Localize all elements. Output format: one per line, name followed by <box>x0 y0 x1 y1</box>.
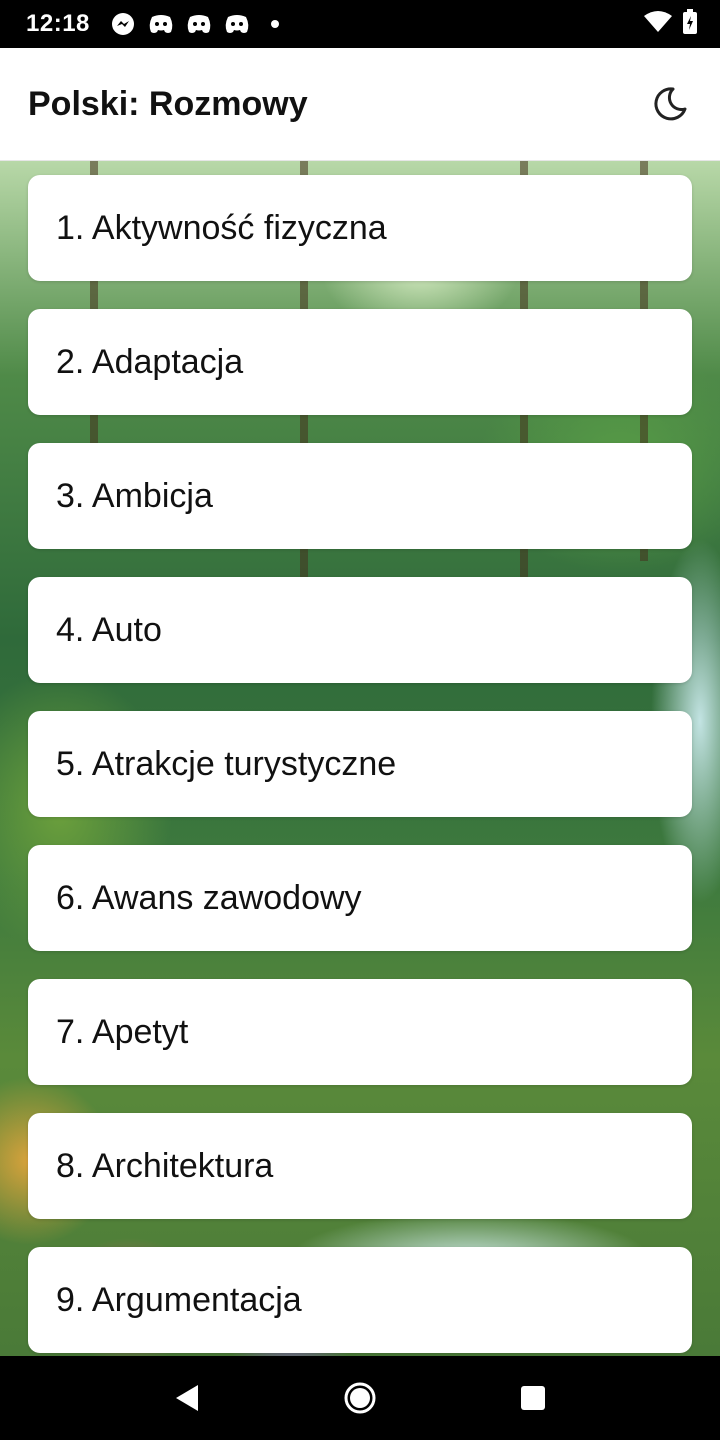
list-item[interactable]: 4. Auto <box>28 577 692 683</box>
list-item[interactable]: 2. Adaptacja <box>28 309 692 415</box>
notification-icons <box>110 11 288 37</box>
recents-icon[interactable] <box>503 1368 563 1428</box>
list-item-label: 4. Auto <box>56 610 162 649</box>
wifi-icon <box>644 10 672 38</box>
topic-list: 1. Aktywność fizyczna 2. Adaptacja 3. Am… <box>28 175 692 1356</box>
list-item[interactable]: 3. Ambicja <box>28 443 692 549</box>
list-item[interactable]: 8. Architektura <box>28 1113 692 1219</box>
list-item[interactable]: 5. Atrakcje turystyczne <box>28 711 692 817</box>
list-item[interactable]: 9. Argumentacja <box>28 1247 692 1353</box>
dot-icon <box>262 11 288 37</box>
list-item-label: 8. Architektura <box>56 1146 274 1185</box>
status-bar: 12:18 <box>0 0 720 48</box>
list-item[interactable]: 7. Apetyt <box>28 979 692 1085</box>
topic-list-background: 1. Aktywność fizyczna 2. Adaptacja 3. Am… <box>0 161 720 1356</box>
list-item-label: 2. Adaptacja <box>56 342 244 381</box>
discord-icon <box>224 11 250 37</box>
list-item-label: 5. Atrakcje turystyczne <box>56 744 397 783</box>
discord-icon <box>186 11 212 37</box>
back-icon[interactable] <box>157 1368 217 1428</box>
list-item[interactable]: 1. Aktywność fizyczna <box>28 175 692 281</box>
home-icon[interactable] <box>330 1368 390 1428</box>
list-item-label: 1. Aktywność fizyczna <box>56 208 387 247</box>
moon-icon[interactable] <box>648 82 692 126</box>
list-item-label: 9. Argumentacja <box>56 1280 302 1319</box>
system-icons <box>644 9 698 39</box>
navigation-bar <box>0 1356 720 1440</box>
messenger-icon <box>110 11 136 37</box>
page-title: Polski: Rozmowy <box>28 84 308 123</box>
discord-icon <box>148 11 174 37</box>
list-item-label: 6. Awans zawodowy <box>56 878 362 917</box>
app-bar: Polski: Rozmowy <box>0 48 720 161</box>
list-item[interactable]: 6. Awans zawodowy <box>28 845 692 951</box>
list-item-label: 7. Apetyt <box>56 1012 189 1051</box>
battery-icon <box>682 9 698 39</box>
status-time: 12:18 <box>26 10 90 37</box>
list-item-label: 3. Ambicja <box>56 476 213 515</box>
